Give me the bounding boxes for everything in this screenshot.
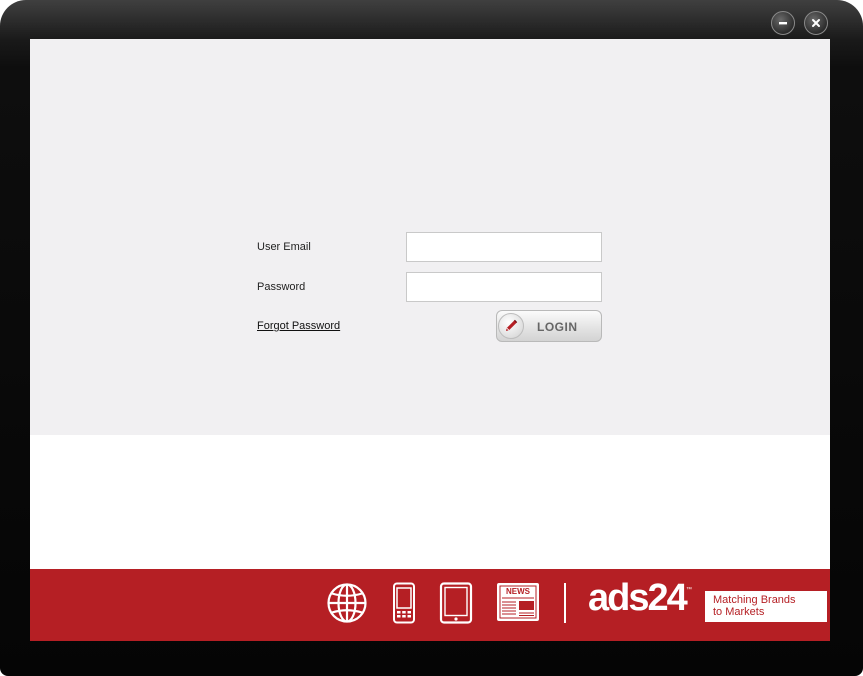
forgot-password-link[interactable]: Forgot Password <box>257 320 340 332</box>
tagline-line2: to Markets <box>713 606 765 618</box>
login-button[interactable]: LOGIN <box>496 310 602 342</box>
minimize-button[interactable] <box>771 11 795 35</box>
password-field[interactable] <box>406 272 602 302</box>
globe-icon <box>327 583 367 623</box>
app-screen: User Email Password Forgot Password LOGI… <box>30 39 830 641</box>
newspaper-icon: NEWS <box>497 583 539 621</box>
close-icon <box>812 19 820 27</box>
close-button[interactable] <box>804 11 828 35</box>
frame-gloss <box>0 0 863 40</box>
phone-icon <box>393 582 415 624</box>
window-frame: User Email Password Forgot Password LOGI… <box>0 0 863 676</box>
tagline: Matching Brands to Markets <box>705 591 827 622</box>
login-button-label: LOGIN <box>537 320 578 334</box>
footer-divider <box>564 583 566 623</box>
pen-icon <box>498 313 524 339</box>
ads24-logo: ads24 <box>588 577 688 619</box>
login-panel: User Email Password Forgot Password LOGI… <box>30 39 830 435</box>
email-field[interactable] <box>406 232 602 262</box>
tagline-line1: Matching Brands <box>713 594 796 606</box>
tablet-icon <box>439 582 473 624</box>
minus-icon <box>779 22 787 25</box>
news-badge: NEWS <box>506 587 531 596</box>
brand-footer: NEWS ads24 ™ Matching Brands to Markets <box>30 569 830 641</box>
email-label: User Email <box>257 241 311 253</box>
trademark-mark: ™ <box>686 587 692 593</box>
password-label: Password <box>257 281 306 293</box>
